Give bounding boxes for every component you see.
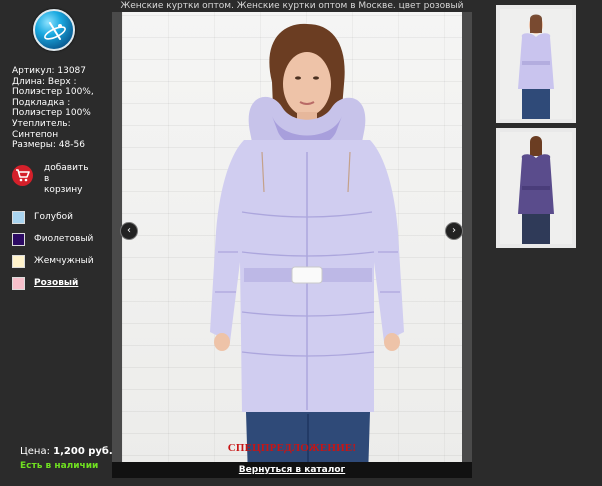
- page-title: Женские куртки оптом. Женские куртки опт…: [120, 1, 464, 11]
- price: Цена: 1,200 руб.: [20, 446, 113, 457]
- thumbnail-front[interactable]: [496, 5, 576, 123]
- spec-line: Подкладка :: [12, 97, 71, 108]
- product-specs: Артикул: 13087 Длина: Верх : Полиэстер 1…: [12, 66, 112, 151]
- spec-line: Длина: Верх :: [12, 76, 77, 87]
- spec-line: Утеплитель:: [12, 118, 71, 129]
- stock-status: Есть в наличии: [20, 461, 99, 471]
- spec-line: Артикул: 13087: [12, 66, 86, 76]
- thumbnail-image: [500, 132, 572, 244]
- color-swatch: [12, 211, 25, 224]
- color-swatch: [12, 255, 25, 268]
- color-swatch: [12, 233, 25, 246]
- logo-emblem-icon: [44, 22, 66, 40]
- product-photo[interactable]: [122, 12, 462, 478]
- color-label: Жемчужный: [34, 256, 94, 266]
- spec-line: Синтепон: [12, 129, 59, 140]
- thumbnail-back[interactable]: [496, 128, 576, 248]
- chevron-left-icon: ‹: [127, 225, 131, 236]
- price-value: 1,200 руб.: [53, 446, 113, 457]
- color-label: Фиолетовый: [34, 234, 94, 244]
- brand-logo[interactable]: [33, 9, 75, 51]
- cart-label-line: в: [44, 174, 50, 184]
- add-to-cart-button[interactable]: добавить в корзину: [12, 163, 112, 201]
- spec-line: Полиэстер 100%: [12, 108, 91, 119]
- color-label: Розовый: [34, 278, 79, 288]
- add-to-cart-label: добавить в корзину: [44, 163, 104, 196]
- cart-label-line: добавить: [44, 163, 89, 173]
- thumbnail-image: [500, 9, 572, 119]
- special-offer-label: СПЕЦПРЕДЛОЖЕНИЕ!: [227, 442, 357, 454]
- color-option-pearl[interactable]: Жемчужный: [12, 254, 112, 276]
- price-label: Цена:: [20, 446, 50, 457]
- color-option-violet[interactable]: Фиолетовый: [12, 232, 112, 254]
- color-option-pink[interactable]: Розовый: [12, 276, 112, 298]
- color-label: Голубой: [34, 212, 73, 222]
- shopping-cart-icon: [12, 165, 33, 186]
- spec-line: Полиэстер 100%,: [12, 87, 94, 98]
- next-image-arrow[interactable]: ›: [445, 222, 463, 240]
- spec-line: Размеры: 48-56: [12, 140, 85, 151]
- cart-label-line: корзину: [44, 185, 83, 195]
- color-swatch: [12, 277, 25, 290]
- product-image-viewer: ‹ › СПЕЦПРЕДЛОЖЕНИЕ! Вернуться в каталог: [112, 12, 472, 478]
- chevron-right-icon: ›: [452, 225, 456, 236]
- previous-image-arrow[interactable]: ‹: [120, 222, 138, 240]
- color-options: Голубой Фиолетовый Жемчужный Розовый: [12, 210, 112, 298]
- back-to-catalog-link[interactable]: Вернуться в каталог: [112, 462, 472, 478]
- color-option-blue[interactable]: Голубой: [12, 210, 112, 232]
